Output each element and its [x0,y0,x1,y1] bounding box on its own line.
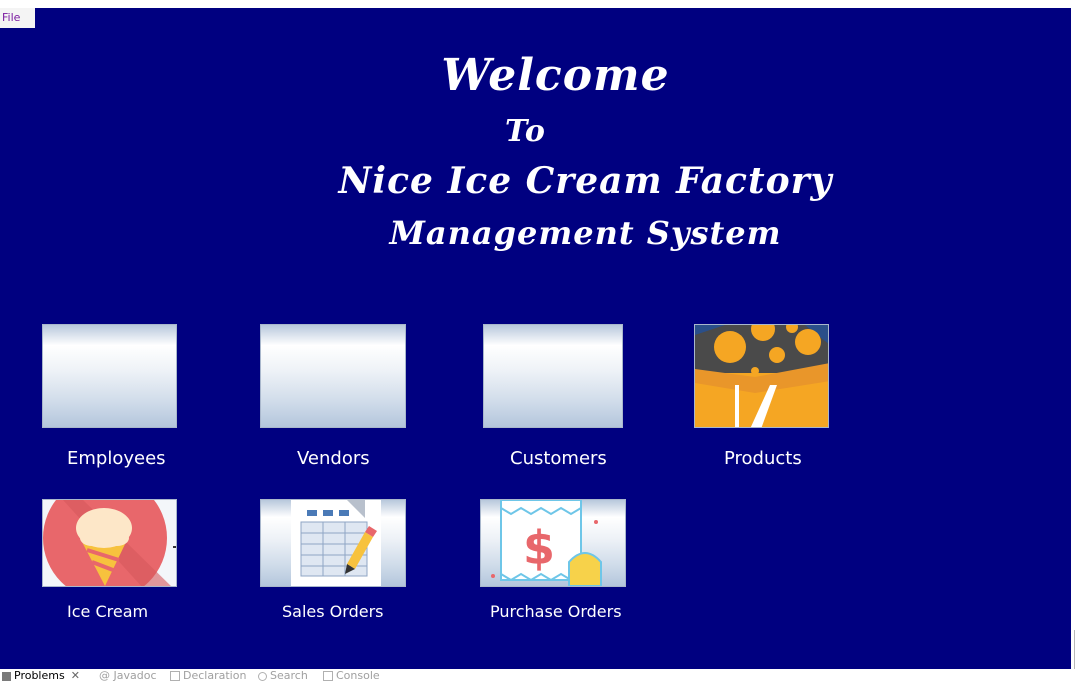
tab-console-label: Console [336,669,380,682]
javadoc-icon: @ [99,669,114,682]
welcome-title: Welcome [441,50,670,101]
tab-declaration[interactable]: Declaration [170,669,246,683]
system-name: Management System [389,214,782,252]
scrollbar-line [1074,630,1075,670]
tab-declaration-label: Declaration [183,669,247,682]
products-label: Products [724,448,802,469]
search-icon [258,671,267,681]
vendors-button[interactable] [260,324,406,428]
svg-text:$: $ [523,521,555,575]
problems-icon [2,671,11,681]
declaration-icon [170,671,180,681]
employees-label: Employees [67,448,166,469]
sales-orders-sheet-icon [291,500,381,586]
ice-cream-button[interactable] [42,499,177,587]
employees-button[interactable] [42,324,177,428]
tab-search[interactable]: Search [258,669,308,683]
ide-view-tabs: Problems ✕ @ Javadoc Declaration Search C… [0,669,1078,683]
purchase-orders-label: Purchase Orders [490,602,622,621]
tab-search-label: Search [270,669,308,682]
vendors-label: Vendors [297,448,370,469]
sales-orders-button[interactable] [260,499,406,587]
menu-bar [0,0,1078,8]
purchase-orders-receipt-icon: $ [491,500,602,586]
tab-problems-label: Problems [14,669,65,682]
tab-javadoc-label: Javadoc [113,669,157,682]
ice-cream-cone-icon [43,500,176,586]
customers-label: Customers [510,448,607,469]
products-box-icon [695,325,828,427]
sales-orders-label: Sales Orders [282,602,384,621]
console-icon [323,671,333,681]
products-button[interactable] [694,324,829,428]
welcome-to: To [505,114,546,149]
ice-cream-label: Ice Cream [67,602,149,621]
tab-javadoc[interactable]: @ Javadoc [99,669,157,683]
tab-problems[interactable]: Problems ✕ [2,669,80,683]
purchase-orders-button[interactable]: $ [480,499,626,587]
tab-console[interactable]: Console [323,669,380,683]
customers-button[interactable] [483,324,623,428]
file-menu[interactable]: File [0,8,35,28]
close-icon[interactable]: ✕ [71,669,80,682]
window-right-edge [1071,0,1078,683]
main-panel: Welcome To Nice Ice Cream Factory Manage… [0,8,1071,669]
factory-name: Nice Ice Cream Factory [338,160,833,202]
